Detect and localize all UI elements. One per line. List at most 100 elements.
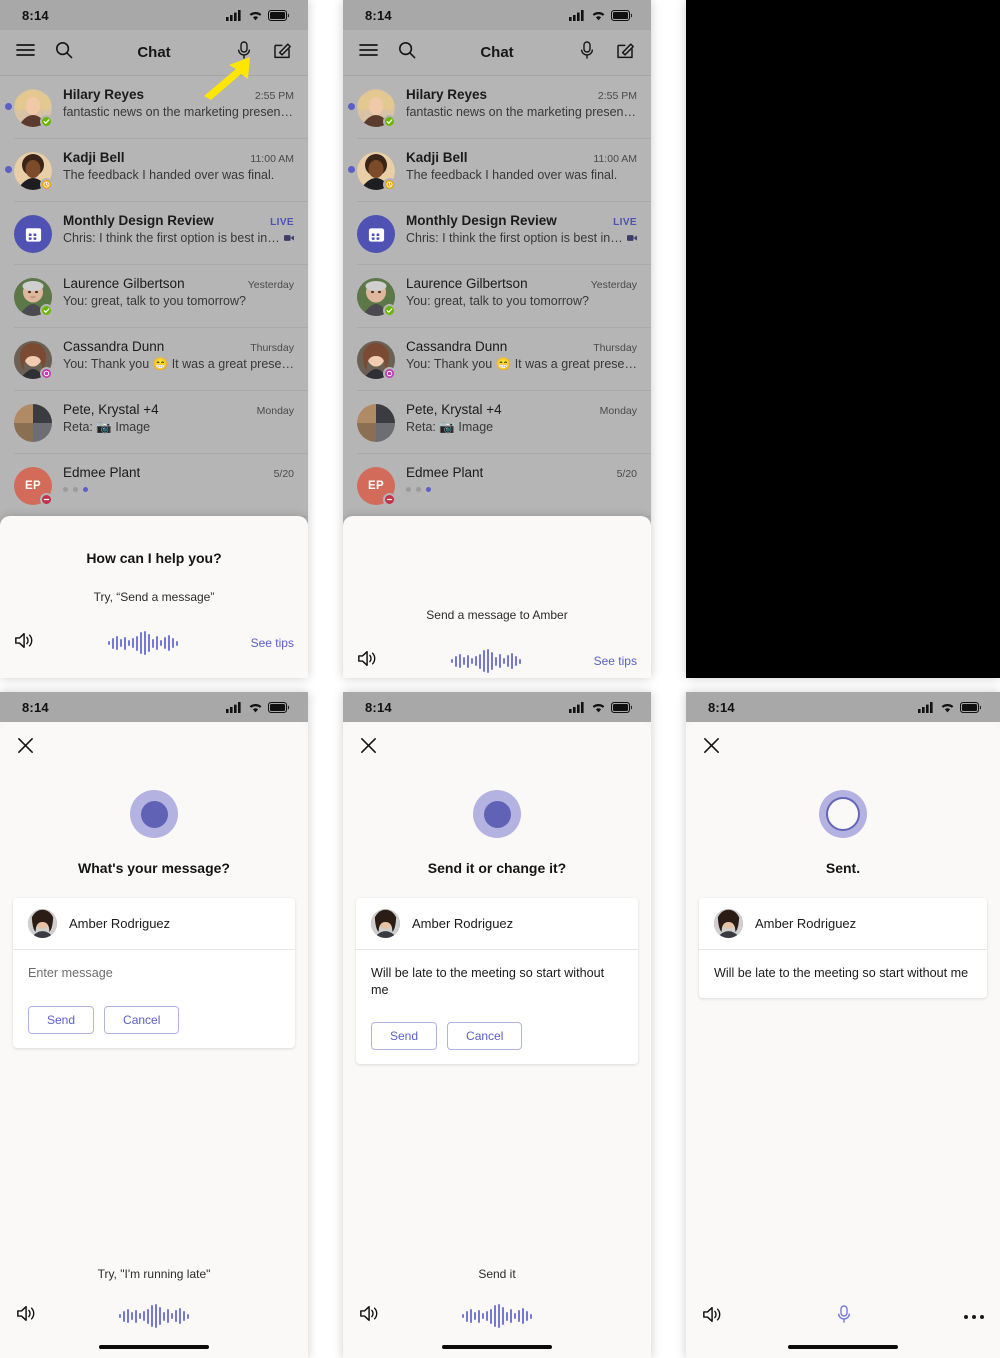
- chat-name: Kadji Bell: [63, 150, 125, 165]
- wifi-icon: [941, 703, 954, 712]
- chat-list-item[interactable]: Laurence Gilbertson Yesterday You: great…: [14, 265, 308, 328]
- assistant-title: Send it or change it?: [427, 860, 567, 876]
- chat-list-item[interactable]: Monthly Design Review LIVE Chris: I think…: [357, 202, 651, 265]
- chat-list-item[interactable]: Laurence Gilbertson Yesterday You: great,…: [357, 265, 651, 328]
- avatar: [357, 152, 396, 191]
- cancel-button[interactable]: Cancel: [104, 1006, 180, 1034]
- unread-indicator: [5, 166, 12, 173]
- chat-name: Hilary Reyes: [63, 87, 145, 102]
- status-bar: 8:14: [0, 0, 308, 30]
- compose-icon[interactable]: [274, 41, 292, 64]
- chat-preview: The feedback I handed over was final.: [406, 168, 618, 182]
- presence-badge-available: [40, 115, 53, 128]
- chat-timestamp: 2:55 PM: [597, 90, 637, 102]
- calendar-icon: [14, 215, 52, 253]
- live-badge: LIVE: [270, 217, 294, 228]
- hamburger-menu-icon[interactable]: [16, 43, 35, 62]
- chat-list-item[interactable]: Hilary Reyes 2:55 PM fantastic news on th…: [348, 76, 651, 139]
- chat-timestamp: Yesterday: [590, 279, 637, 291]
- presence-badge-available: [40, 304, 53, 317]
- compose-icon[interactable]: [617, 41, 635, 64]
- see-tips-link[interactable]: See tips: [251, 636, 294, 650]
- microphone-icon[interactable]: [836, 1305, 852, 1329]
- assistant-orb-icon: [0, 790, 308, 838]
- assistant-screen: Send it or change it? Amber Rodriguez Wi…: [343, 722, 651, 1358]
- message-text[interactable]: Will be late to the meeting so start wit…: [356, 950, 638, 1000]
- cellular-signal-icon: [569, 701, 584, 713]
- chat-list-item[interactable]: EP Edmee Plant 5/20: [357, 454, 651, 517]
- voice-assistant-subtitle: Send a message to Amber: [426, 608, 568, 622]
- status-bar: 8:14: [343, 0, 651, 30]
- phone-panel-assistant-confirm-message: 8:14 Send it or change it? Amber Rodrigu…: [343, 692, 651, 1358]
- chat-preview: You: great, talk to you tomorrow?: [406, 294, 589, 308]
- send-button[interactable]: Send: [28, 1006, 95, 1034]
- unread-indicator: [348, 103, 355, 110]
- assistant-hint: Send it: [478, 1267, 516, 1281]
- chat-list-item[interactable]: Cassandra Dunn Thursday You: Thank you 😁…: [14, 328, 308, 391]
- voice-assistant-sheet: How can I help you? Try, “Send a message…: [0, 516, 308, 678]
- message-input[interactable]: Enter message: [13, 950, 295, 984]
- microphone-icon[interactable]: [579, 40, 595, 65]
- home-indicator: [99, 1345, 209, 1349]
- unread-indicator: [348, 166, 355, 173]
- chat-name: Pete, Krystal +4: [406, 402, 502, 417]
- chat-preview: fantastic news on the marketing presen…: [406, 105, 636, 119]
- group-avatar: [357, 215, 395, 253]
- chat-app-bar: Chat: [343, 30, 651, 76]
- presence-badge-away: [40, 178, 53, 191]
- battery-icon: [268, 701, 290, 713]
- chat-list-item[interactable]: Kadji Bell 11:00 AM The feedback I hande…: [5, 139, 308, 202]
- close-icon[interactable]: [702, 738, 721, 759]
- waveform-icon: [108, 630, 179, 656]
- chat-list-item[interactable]: Pete, Krystal +4 Monday Reta: 📷 Image: [14, 391, 308, 454]
- chat-preview: You: Thank you 😁 It was a great prese…: [406, 357, 637, 371]
- speaker-icon[interactable]: [359, 1304, 381, 1328]
- avatar: [14, 341, 53, 380]
- speaker-icon[interactable]: [14, 631, 36, 655]
- cancel-button[interactable]: Cancel: [447, 1021, 523, 1050]
- assistant-screen: What's your message? Amber Rodriguez Ent…: [0, 722, 308, 1358]
- search-icon[interactable]: [55, 41, 73, 64]
- avatar: [357, 341, 396, 380]
- hamburger-menu-icon[interactable]: [359, 43, 378, 62]
- message-card: Amber Rodriguez Will be late to the meet…: [356, 898, 638, 1064]
- see-tips-link[interactable]: See tips: [594, 654, 637, 668]
- recipient-avatar: [28, 909, 57, 938]
- send-button[interactable]: Send: [371, 1021, 438, 1050]
- close-icon[interactable]: [16, 738, 35, 759]
- live-badge: LIVE: [613, 217, 637, 228]
- chat-list[interactable]: Hilary Reyes 2:55 PM fantastic news on t…: [0, 76, 308, 517]
- close-icon[interactable]: [359, 738, 378, 759]
- speaker-icon[interactable]: [16, 1304, 38, 1328]
- battery-icon: [611, 9, 633, 21]
- chat-list-item[interactable]: Cassandra Dunn Thursday You: Thank you 😁 …: [357, 328, 651, 391]
- chat-preview: Reta: 📷 Image: [406, 420, 494, 434]
- chat-preview: Chris: I think the first option is best …: [406, 231, 623, 245]
- chat-list-item[interactable]: EP Edmee Plant 5/20: [14, 454, 308, 517]
- recipient-avatar: [371, 909, 400, 938]
- avatar: [357, 89, 396, 128]
- chat-list-item[interactable]: Kadji Bell 11:00 AM The feedback I handed…: [348, 139, 651, 202]
- chat-list-item[interactable]: Pete, Krystal +4 Monday Reta: 📷 Image: [357, 391, 651, 454]
- more-options-icon[interactable]: [964, 1315, 984, 1319]
- assistant-title: What's your message?: [78, 860, 230, 876]
- status-bar-icons: [569, 9, 633, 21]
- search-icon[interactable]: [398, 41, 416, 64]
- presence-badge-available: [383, 115, 396, 128]
- chat-list-item[interactable]: Monthly Design Review LIVE Chris: I thin…: [14, 202, 308, 265]
- status-bar: 8:14: [0, 692, 308, 722]
- phone-panel-blank-black-screen: [686, 0, 1000, 678]
- presence-badge-away: [383, 178, 396, 191]
- video-camera-icon: [626, 235, 637, 241]
- chat-timestamp: Monday: [599, 405, 637, 417]
- avatar: [14, 89, 53, 128]
- chat-list[interactable]: Hilary Reyes 2:55 PM fantastic news on th…: [343, 76, 651, 517]
- phone-panel-assistant-message-sent: 8:14 Sent. Amber Rodriguez Will be late …: [686, 692, 1000, 1358]
- chat-name: Laurence Gilbertson: [406, 276, 528, 291]
- recipient-name: Amber Rodriguez: [412, 916, 514, 931]
- home-indicator: [442, 1345, 552, 1349]
- speaker-icon[interactable]: [357, 649, 379, 673]
- speaker-icon[interactable]: [702, 1305, 724, 1329]
- chat-name: Hilary Reyes: [406, 87, 488, 102]
- chat-name: Cassandra Dunn: [63, 339, 165, 354]
